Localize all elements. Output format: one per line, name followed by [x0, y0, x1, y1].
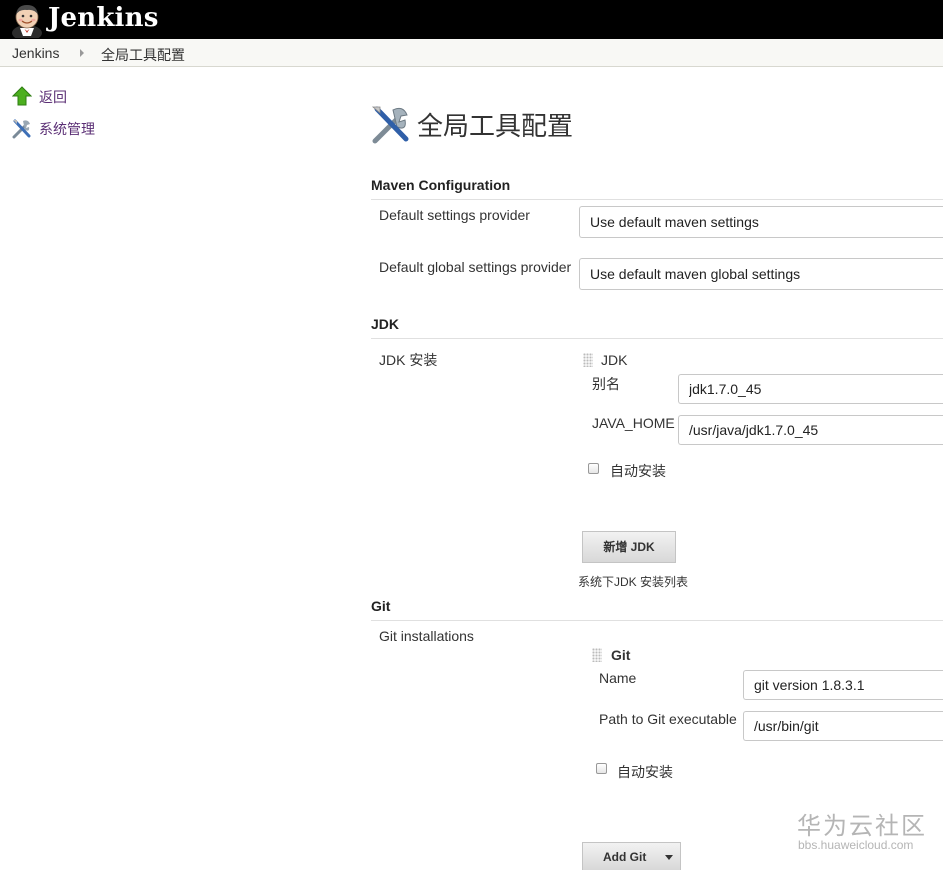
add-jdk-button[interactable]: 新增 JDK	[582, 531, 676, 563]
breadcrumb-item-global-tool-config[interactable]: 全局工具配置	[101, 45, 185, 65]
breadcrumb-item-jenkins[interactable]: Jenkins	[12, 45, 59, 61]
side-item-manage-label[interactable]: 系统管理	[39, 119, 95, 139]
maven-section-divider	[371, 199, 943, 200]
java-home-input[interactable]	[678, 415, 943, 445]
git-block-title: Git	[611, 647, 631, 663]
git-name-label: Name	[599, 670, 637, 686]
up-arrow-icon	[12, 86, 32, 106]
drag-handle-icon[interactable]	[592, 648, 602, 662]
header-bar: Jenkins	[0, 0, 943, 41]
jdk-alias-input[interactable]	[678, 374, 943, 404]
side-item-back-label[interactable]: 返回	[39, 87, 67, 107]
default-settings-label: Default settings provider	[379, 207, 530, 223]
tools-icon	[12, 119, 31, 139]
tools-title-icon	[371, 106, 409, 144]
git-path-label: Path to Git executable	[599, 711, 737, 727]
jdk-section-title: JDK	[371, 316, 400, 332]
git-section-title: Git	[371, 598, 391, 614]
default-settings-select[interactable]: Use default maven settings	[579, 206, 943, 238]
jenkins-logo-text[interactable]: Jenkins	[48, 2, 159, 34]
jdk-list-note: 系统下JDK 安装列表	[578, 575, 689, 589]
breadcrumb-chevron-icon[interactable]	[80, 49, 84, 57]
watermark-brand: 华为云社区	[797, 813, 927, 840]
jdk-auto-install-checkbox[interactable]	[588, 463, 599, 474]
watermark-url: bbs.huaweicloud.com	[798, 838, 914, 852]
jdk-auto-install-label: 自动安装	[610, 463, 666, 479]
jdk-block-title: JDK	[601, 352, 628, 368]
add-git-button[interactable]: Add Git	[582, 842, 681, 870]
jdk-alias-label: 别名	[592, 376, 620, 392]
java-home-label: JAVA_HOME	[592, 415, 675, 431]
git-section-divider	[371, 620, 943, 621]
git-name-input[interactable]	[743, 670, 943, 700]
git-path-input[interactable]	[743, 711, 943, 741]
maven-section-title: Maven Configuration	[371, 177, 511, 193]
jenkins-butler-logo-icon[interactable]	[10, 2, 44, 41]
git-auto-install-checkbox[interactable]	[596, 763, 607, 774]
page-title: 全局工具配置	[417, 112, 574, 142]
default-global-settings-label: Default global settings provider	[379, 259, 572, 275]
git-auto-install-label: 自动安装	[617, 764, 673, 780]
drag-handle-icon[interactable]	[583, 353, 593, 367]
default-global-settings-select[interactable]: Use default maven global settings	[579, 258, 943, 290]
breadcrumb: Jenkins 全局工具配置	[0, 39, 943, 67]
add-git-button-label: Add Git	[603, 850, 647, 864]
dropdown-caret-icon	[665, 855, 673, 860]
jdk-install-label: JDK 安装	[379, 352, 438, 368]
jdk-section-divider	[371, 338, 943, 339]
git-installations-label: Git installations	[379, 628, 474, 644]
